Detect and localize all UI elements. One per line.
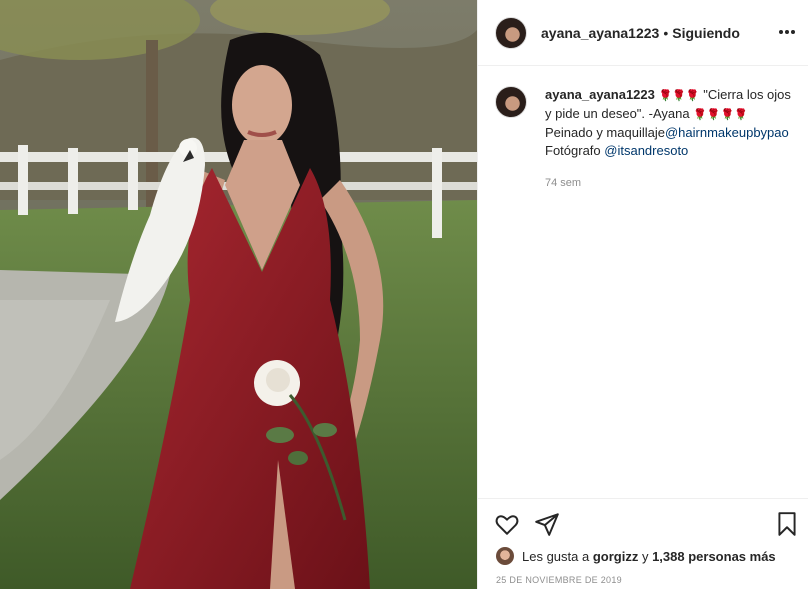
photo-illustration (0, 0, 477, 589)
rose-emojis-end: 🌹🌹🌹🌹 (693, 109, 748, 121)
separator-dot: • (663, 24, 669, 41)
caption-avatar[interactable] (495, 86, 527, 118)
caption-credit-prefix: Peinado y maquillaje (545, 125, 665, 140)
caption-photo-prefix: Fotógrafo (545, 143, 605, 158)
caption-timestamp[interactable]: 74 sem (545, 174, 795, 192)
liker-username[interactable]: gorgizz (593, 549, 639, 564)
post-username[interactable]: ayana_ayana1223 (541, 25, 659, 41)
post-photo[interactable] (0, 0, 477, 589)
avatar[interactable] (495, 16, 527, 49)
liker-avatar[interactable] (496, 547, 514, 565)
likes-count-link[interactable]: 1,388 personas más (652, 549, 776, 564)
mention-link[interactable]: @hairnmakeupbypao (665, 125, 789, 140)
bookmark-icon[interactable] (774, 511, 800, 537)
heart-icon[interactable] (494, 511, 520, 537)
likes-prefix: Les gusta a (522, 548, 590, 564)
caption-credit-hair: Peinado y maquillaje@hairnmakeupbypao (545, 124, 795, 142)
likes-middle: y (638, 548, 653, 564)
caption-username[interactable]: ayana_ayana1223 (545, 87, 655, 102)
mention-link[interactable]: @itsandresoto (604, 143, 688, 158)
caption-body: ayana_ayana1223 🌹🌹🌹 "Cierra los ojos y p… (545, 86, 795, 192)
more-options-icon[interactable] (779, 24, 795, 40)
caption-comment: ayana_ayana1223 🌹🌹🌹 "Cierra los ojos y p… (495, 86, 795, 192)
caption-text: ayana_ayana1223 🌹🌹🌹 "Cierra los ojos y p… (545, 86, 795, 124)
post-date: 25 DE NOVIEMBRE DE 2019 (496, 575, 622, 585)
post-header: ayana_ayana1223 • Siguiendo (478, 0, 808, 66)
rose-emojis-start: 🌹🌹🌹 (658, 90, 700, 102)
send-icon[interactable] (534, 511, 560, 537)
follow-status-button[interactable]: Siguiendo (672, 25, 740, 41)
caption-credit-photo: Fotógrafo @itsandresoto (545, 142, 795, 160)
likes-summary: Les gusta a gorgizz y 1,388 personas más (496, 547, 776, 565)
post-side-panel: ayana_ayana1223 • Siguiendo ayana_ayana1… (477, 0, 808, 589)
